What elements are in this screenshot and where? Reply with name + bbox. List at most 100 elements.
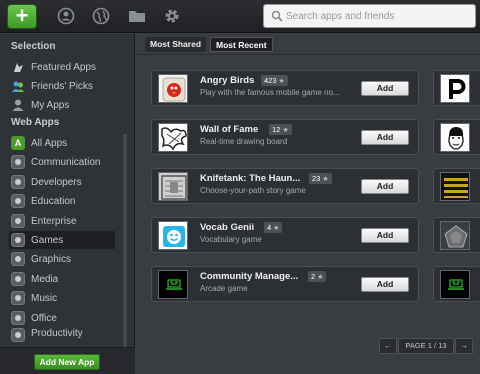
category-icon xyxy=(11,214,25,228)
app-subtitle: Vocabulary game xyxy=(200,235,262,244)
sidebar-scrollbar[interactable] xyxy=(123,134,127,349)
search-icon xyxy=(271,10,283,22)
sidebar-item-all-apps[interactable]: A All Apps xyxy=(11,134,115,152)
sidebar-item-label: Communication xyxy=(31,156,101,168)
search-box[interactable] xyxy=(263,4,476,28)
app-card-vocab-genii[interactable]: Vocab Genii 4 ★ Vocabulary game Add xyxy=(151,217,419,253)
app-subtitle: Arcade game xyxy=(200,284,248,293)
vocab-genii-thumbnail xyxy=(158,221,188,250)
sidebar-item-communication[interactable]: Communication xyxy=(11,153,115,171)
top-toolbar: + xyxy=(0,0,480,33)
sidebar-item-office[interactable]: Office xyxy=(11,309,115,327)
app-card-partial[interactable] xyxy=(433,217,480,253)
sidebar-item-label: Office xyxy=(31,312,57,324)
search-input[interactable] xyxy=(286,8,471,25)
star-icon: ★ xyxy=(322,176,329,183)
sidebar-item-graphics[interactable]: Graphics xyxy=(11,250,115,268)
app-title[interactable]: Community Manage... xyxy=(200,271,298,282)
next-page-button[interactable]: → xyxy=(455,338,473,354)
category-icon xyxy=(11,328,25,342)
famous-objects-thumbnail xyxy=(440,172,470,201)
face-drawing-thumbnail xyxy=(440,123,470,152)
web-apps-header: Web Apps xyxy=(11,117,60,128)
add-button[interactable]: Add xyxy=(361,130,409,145)
sidebar-item-featured-apps[interactable]: Featured Apps xyxy=(11,58,115,76)
app-title[interactable]: Angry Birds xyxy=(200,75,254,86)
featured-icon xyxy=(11,60,25,74)
angry-birds-thumbnail xyxy=(158,74,188,103)
app-card-wall-of-fame[interactable]: Wall of Fame 12 ★ Real-time drawing board… xyxy=(151,119,419,155)
app-card-knifetank[interactable]: Knifetank: The Haun... 23 ★ Choose-your-p… xyxy=(151,168,419,204)
share-count: 4 xyxy=(267,223,272,232)
app-card-partial[interactable] xyxy=(433,266,480,302)
add-button[interactable]: Add xyxy=(361,81,409,96)
knifetank-thumbnail xyxy=(158,172,188,201)
sidebar-item-productivity[interactable]: Productivity xyxy=(11,328,115,342)
sidebar-item-developers[interactable]: Developers xyxy=(11,173,115,191)
add-new-app-button[interactable]: Add New App xyxy=(34,354,100,370)
share-count-badge: 23 ★ xyxy=(309,173,332,184)
category-icon xyxy=(11,194,25,208)
sidebar-item-label: Enterprise xyxy=(31,215,77,227)
tab-divider xyxy=(136,54,480,55)
add-button[interactable]: Add xyxy=(361,277,409,292)
prev-page-button[interactable]: ← xyxy=(379,338,397,354)
app-title[interactable]: Knifetank: The Haun... xyxy=(200,173,300,184)
sidebar-item-label: Featured Apps xyxy=(31,61,97,73)
category-icon xyxy=(11,155,25,169)
category-icon xyxy=(11,252,25,266)
app-card-partial[interactable] xyxy=(433,119,480,155)
sidebar-item-my-apps[interactable]: My Apps xyxy=(11,96,115,114)
add-button[interactable]: Add xyxy=(361,228,409,243)
tab-most-recent[interactable]: Most Recent xyxy=(210,37,273,52)
arcade-thumbnail xyxy=(440,270,470,299)
tab-most-shared[interactable]: Most Shared xyxy=(145,37,207,52)
sidebar-item-label: My Apps xyxy=(31,99,70,111)
friends-icon xyxy=(11,79,25,93)
p-logo-thumbnail xyxy=(440,74,470,103)
app-card-partial[interactable] xyxy=(433,70,480,106)
app-card-partial[interactable] xyxy=(433,168,480,204)
person-icon xyxy=(11,98,25,112)
category-icon xyxy=(11,311,25,325)
share-count: 23 xyxy=(312,174,321,183)
share-count: 423 xyxy=(264,76,277,85)
share-count-badge: 12 ★ xyxy=(269,124,292,135)
sidebar-item-music[interactable]: Music xyxy=(11,289,115,307)
sidebar-item-label: Music xyxy=(31,292,58,304)
app-subtitle: Choose-your-path story game xyxy=(200,186,306,195)
sidebar-item-label: Games xyxy=(31,234,64,246)
share-count: 12 xyxy=(272,125,281,134)
sidebar-item-media[interactable]: Media xyxy=(11,270,115,288)
app-title[interactable]: Vocab Genii xyxy=(200,222,254,233)
selection-header: Selection xyxy=(11,41,56,52)
folder-icon[interactable] xyxy=(128,7,146,25)
sidebar-item-friends-picks[interactable]: Friends' Picks xyxy=(11,77,115,95)
star-icon: ★ xyxy=(282,127,289,134)
category-icon xyxy=(11,175,25,189)
sidebar-item-label: Media xyxy=(31,273,59,285)
add-plus-button[interactable]: + xyxy=(7,4,37,29)
sidebar-item-label: Friends' Picks xyxy=(31,80,93,92)
add-button[interactable]: Add xyxy=(361,179,409,194)
app-card-community-manager[interactable]: Community Manage... 2 ★ Arcade game Add xyxy=(151,266,419,302)
app-subtitle: Play with the famous mobile game no... xyxy=(200,88,340,97)
gear-icon[interactable] xyxy=(163,7,181,25)
pentagon-badge-thumbnail xyxy=(440,221,470,250)
star-icon: ★ xyxy=(273,225,280,232)
app-title[interactable]: Wall of Fame xyxy=(200,124,258,135)
sidebar-footer: Add New App xyxy=(0,347,135,374)
sidebar-item-label: Productivity xyxy=(31,328,83,339)
share-count-badge: 423 ★ xyxy=(261,75,288,86)
wall-of-fame-thumbnail xyxy=(158,123,188,152)
sidebar-item-education[interactable]: Education xyxy=(11,192,115,210)
globe-icon[interactable] xyxy=(92,7,110,25)
sidebar: Selection Featured Apps Friends' Picks M… xyxy=(0,34,135,374)
sidebar-item-enterprise[interactable]: Enterprise xyxy=(11,212,115,230)
sidebar-item-games[interactable]: Games xyxy=(9,231,115,249)
community-manager-thumbnail xyxy=(158,270,188,299)
star-icon: ★ xyxy=(278,78,285,85)
user-circle-icon[interactable] xyxy=(57,7,75,25)
app-card-angry-birds[interactable]: Angry Birds 423 ★ Play with the famous mo… xyxy=(151,70,419,106)
category-icon xyxy=(11,291,25,305)
